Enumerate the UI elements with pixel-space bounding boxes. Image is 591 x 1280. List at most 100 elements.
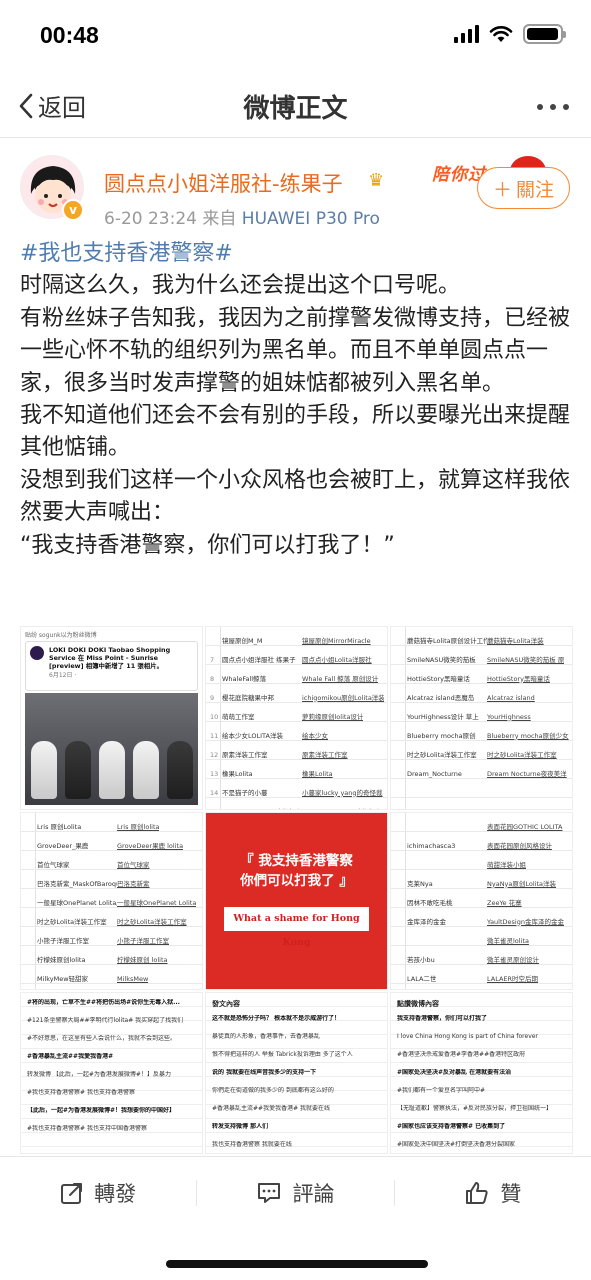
shop-name: GroveDeer_果鹿: [37, 841, 89, 850]
doc-line: #香港坚决杀戒爱香港#李香港##香港特区政府: [397, 1051, 526, 1058]
sheet-rows: 表面花园GOTHIC LOLITA ichimachasca3 表面花园原创风格设计…: [391, 813, 572, 989]
sheet-row: Dream_Nocturne Dream Nocturne夜夜美洋: [395, 764, 569, 783]
sheet-rows: 镜屋原创M_M 镜屋原创MirrorMiracle 7 圆点点小姐洋服社 练果子 圆点点…: [206, 627, 387, 810]
sheet-row: 小熊子洋服工作室 小熊子洋服工作室: [25, 931, 199, 950]
doc-line: 这不就是恐怖分子吗？ 根本就不是示威游行了！: [212, 1015, 341, 1022]
image-spreadsheet[interactable]: Lris 原创Lolita Lris 原创lolita GroveDeer_果鹿 Gr…: [20, 812, 203, 990]
doc-line: 恨不得把這样的人 举报 Tabrick投诉理由 多了这个人: [212, 1051, 353, 1058]
shop-name-alt: 小蔓家lucky yang的奇怪裁: [302, 788, 383, 797]
banner-slogan: 『 我支持香港警察 你們可以打我了 』: [218, 851, 375, 891]
image-document[interactable]: #将的出现，亡草不生##将把伤出场#说你生无毒入狱... #121条坐警察大局##…: [20, 992, 203, 1154]
shop-name-alt: 表面花园GOTHIC LOLITA: [487, 822, 563, 831]
dress-icon: [31, 741, 57, 799]
post-paragraph: 我不知道他们还会不会有别的手段，所以要曝光出来提醒其他惦铺。: [20, 403, 571, 461]
more-options-button[interactable]: [537, 104, 569, 110]
like-label: 贊: [500, 1181, 522, 1206]
doc-line: #不好意思，在这里有些人会说什么，我就不会到这些。: [27, 1035, 177, 1042]
shop-name: 时之砂Lolita洋装工作室: [37, 917, 107, 926]
post-body: #我也支持香港警察# 时隔这么久，我为什么还会提出这个口号呢。 有粉丝妹子告知我…: [20, 238, 576, 562]
hashtag-link[interactable]: #我也支持香港警察#: [20, 238, 576, 270]
sheet-row: Blueberry mocha原创 Blueberry mocha原创少女: [395, 726, 569, 745]
crown-icon: ♛: [368, 170, 385, 191]
shop-name: 一般星球OnePlanet Lolita原创: [37, 898, 117, 907]
post-paragraph: “我支持香港警察，你们可以打我了！”: [20, 532, 395, 558]
shop-name: 不是猫子的小蔓: [222, 788, 268, 797]
shop-name: 小熊子洋服工作室: [37, 936, 89, 945]
shop-name-alt: 蘑菇猫寺Lolita洋装: [487, 636, 544, 645]
sheet-rows: 蘑菇猫寺Lolita原创设计工作室蘑菇猫寺Lolita洋装SmileNASU微笑…: [391, 627, 572, 809]
like-button[interactable]: 贊: [395, 1157, 591, 1228]
repost-button[interactable]: 轉發: [0, 1157, 196, 1228]
shop-name-alt: GroveDeer果鹿 lolita: [117, 841, 184, 850]
image-spreadsheet[interactable]: 镜屋原创M_M 镜屋原创MirrorMiracle 7 圆点点小姐洋服社 练果子 圆点点…: [205, 626, 388, 810]
sheet-row: 12 原素洋装工作室 原素洋装工作室: [210, 745, 384, 764]
sheet-row: GroveDeer_果鹿 GroveDeer果鹿 lolita: [25, 836, 199, 855]
shop-name: 圆点点小姐洋服社 练果子: [222, 655, 296, 664]
shop-name-alt: 圆点点小姐Lolita洋服社: [302, 655, 372, 664]
post-header: v 圆点点小姐洋服社-练果子 ♛ 6-20 23:24 来自 HUAWEI P3…: [0, 140, 591, 240]
shop-name-alt: 巴洛克新紫: [117, 879, 150, 888]
doc-line: #我们都有一个爱豆名字叫阿中#: [397, 1087, 486, 1094]
shop-name: 柠檬妹原创lolita: [37, 955, 86, 964]
row-number: 15: [210, 808, 222, 810]
banner-slogan-line: 你們可以打我了 』: [240, 873, 353, 889]
comment-button[interactable]: 評論: [197, 1157, 393, 1228]
status-icons: [454, 24, 566, 44]
row-number: 13: [210, 769, 219, 778]
follow-button[interactable]: ＋ 關注: [477, 167, 570, 209]
image-spreadsheet[interactable]: 蘑菇猫寺Lolita原创设计工作室蘑菇猫寺Lolita洋装SmileNASU微笑…: [390, 626, 573, 810]
shop-name: 樱花庭院糖果中邦: [222, 693, 274, 702]
shop-name-alt: 原素洋装工作室: [302, 750, 348, 759]
doc-line: 转发微博 【此后，一起#为香港发展微博#！】反暴力: [27, 1071, 171, 1078]
shop-name-alt: 萝莉缘原创lolita设计: [302, 712, 364, 721]
doc-header: 發文內容: [212, 1000, 240, 1008]
shop-name: Dream_Nocturne: [407, 769, 462, 778]
comment-icon: [258, 1182, 281, 1203]
doc-line: 我支持香港警察，你们可以打我了: [397, 1015, 488, 1022]
sheet-row: 镜屋原创M_M 镜屋原创MirrorMiracle: [210, 631, 384, 650]
shop-name-alt: 时之砂Lolita洋装工作室: [487, 750, 557, 759]
image-red-banner[interactable]: 『 我支持香港警察 你們可以打我了 』 What a shame for Hon…: [205, 812, 388, 990]
image-facebook-post[interactable]: 贴纷 sogunk以为粉丝微博 LOKI DOKI DOKI Taobao Sh…: [20, 626, 203, 810]
dress-icon: [167, 741, 193, 799]
post-paragraph: 没想到我们这样一个小众风格也会被盯上，就算这样我依然要大声喊出：: [20, 467, 571, 526]
sheet-row: HottieStory黑暗童话 HottieStory黑暗童话: [395, 669, 569, 688]
shop-name: 首位气球家: [37, 860, 70, 869]
verified-badge-icon: v: [62, 199, 84, 221]
image-document[interactable]: 發文內容 这不就是恐怖分子吗？ 根本就不是示威游行了！ 暴徒真的人形象，香港事件，…: [205, 992, 388, 1154]
shop-name: HottieStory黑暗童话: [407, 674, 470, 683]
sheet-row: 微羊雀灵lolita: [395, 931, 569, 950]
shop-name-alt: Lris 原创lolita: [117, 822, 160, 831]
shop-name: 橡果Lolita: [222, 769, 253, 778]
post-meta: 6-20 23:24 来自 HUAWEI P30 Pro: [104, 204, 380, 229]
comment-label: 評論: [292, 1181, 335, 1206]
sheet-row: ichimachasca3 表面花园原创风格设计: [395, 836, 569, 855]
author-name[interactable]: 圆点点小姐洋服社-练果子: [104, 168, 343, 198]
shop-name: Song_Of_Rhea~时光之歌~: [222, 808, 302, 810]
doc-line: #国家处决坚决#反对暴乱 在港就要有法治: [397, 1069, 512, 1076]
doc-lines: #将的出现，亡草不生##将把伤出场#说你生无毒入狱... #121条坐警察大局##…: [21, 993, 202, 1153]
post-paragraph: 时隔这么久，我为什么还会提出这个口号呢。: [20, 273, 461, 299]
shop-name: WhaleFall鲸落: [222, 674, 267, 683]
row-number: 10: [210, 712, 219, 721]
battery-level: [527, 28, 559, 40]
image-spreadsheet[interactable]: 表面花园GOTHIC LOLITA ichimachasca3 表面花园原创风格设计…: [390, 812, 573, 990]
row-number: 7: [210, 655, 215, 664]
sheet-row: 蘑菇猫寺Lolita原创设计工作室蘑菇猫寺Lolita洋装: [395, 631, 569, 650]
sheet-row: 一般星球OnePlanet Lolita原创一般星球OnePlanet Loli…: [25, 893, 199, 912]
row-number: 8: [210, 674, 215, 683]
dress-icon: [99, 741, 125, 799]
sheet-row: 金库泽的金金 YaultDesign金库泽的金金: [395, 912, 569, 931]
shop-name-alt: ZeeYe 花寨: [487, 898, 522, 907]
sheet-row: SmileNASU微笑的茄板 SmileNASU微笑的茄板 原: [395, 650, 569, 669]
fb-header: 贴纷 sogunk以为粉丝微博: [25, 632, 97, 639]
shop-name: 绘本少女LOLITA洋装: [222, 731, 283, 740]
shop-name: MilkyMew轻甜家: [37, 974, 89, 983]
image-document[interactable]: 點讚微博內容 我支持香港警察，你们可以打我了 I love China Hong …: [390, 992, 573, 1154]
shop-name: 时之砂Lolita洋装工作室: [407, 750, 477, 759]
shop-name-alt: 表面花园原创风格设计: [487, 841, 552, 850]
shop-name-alt: 微羊雀灵原创设计: [487, 955, 539, 964]
post-device[interactable]: HUAWEI P30 Pro: [242, 209, 380, 229]
shop-name-alt: 首位气球家: [117, 860, 150, 869]
sheet-row: LALA二世 LALAER时空后期: [395, 969, 569, 988]
